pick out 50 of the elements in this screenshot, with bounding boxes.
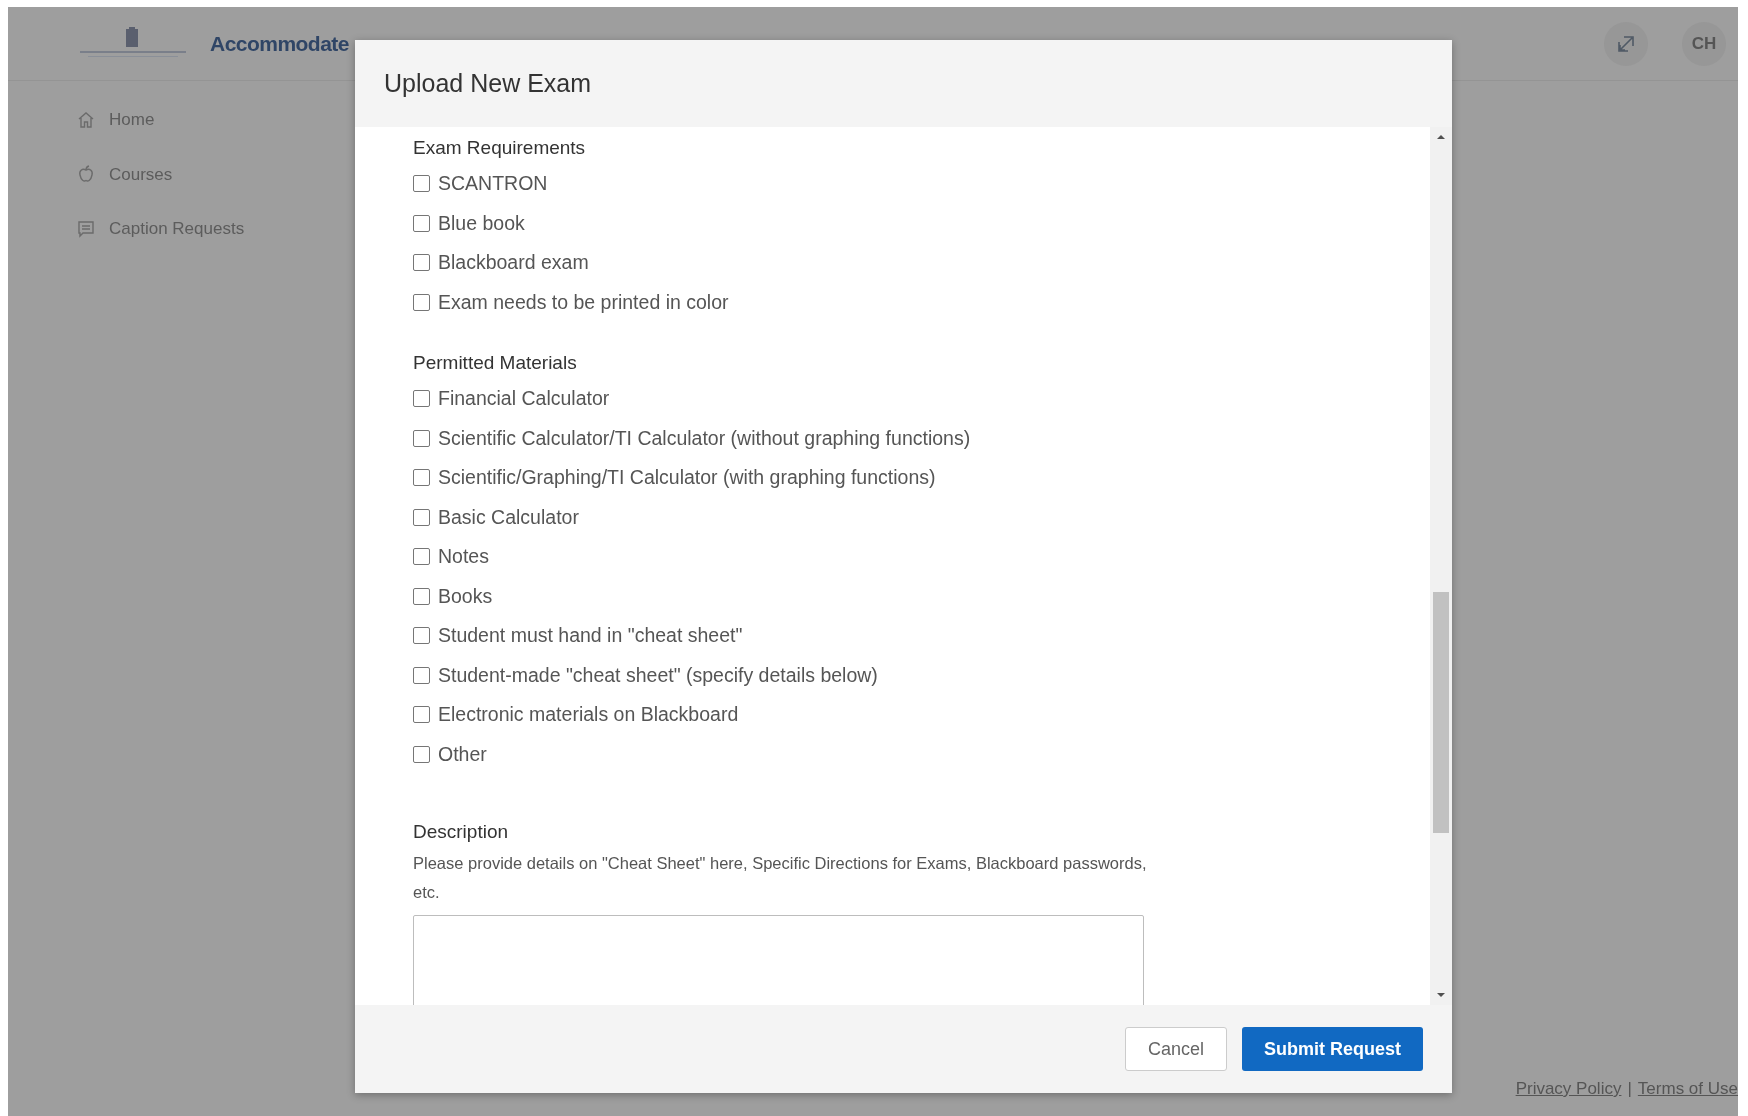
checkbox-label: Financial Calculator: [438, 386, 610, 412]
checkbox[interactable]: [413, 745, 430, 763]
scroll-down-icon: [1437, 993, 1445, 997]
checkbox-label: SCANTRON: [438, 171, 548, 197]
home-icon: [76, 109, 96, 130]
checkbox-label: Electronic materials on Blackboard: [438, 702, 739, 728]
checkbox-label: Notes: [438, 544, 489, 570]
terms-of-use-link[interactable]: Terms of Use: [1637, 1076, 1738, 1102]
checkbox[interactable]: [413, 666, 430, 684]
privacy-policy-link[interactable]: Privacy Policy: [1515, 1076, 1622, 1102]
checkbox[interactable]: [413, 390, 430, 408]
checkbox[interactable]: [413, 429, 430, 447]
nav-link[interactable]: Home: [76, 107, 348, 133]
checkbox[interactable]: [413, 214, 430, 232]
apple-icon: [76, 164, 96, 185]
checkbox-label: Basic Calculator: [438, 504, 579, 530]
scroll-up-icon: [1437, 135, 1445, 139]
scrollbar-thumb[interactable]: [1433, 592, 1449, 833]
checkbox[interactable]: [413, 175, 430, 193]
submit-button[interactable]: Submit Request: [1242, 1027, 1423, 1071]
user-avatar[interactable]: CH: [1682, 21, 1726, 66]
checkbox[interactable]: [413, 706, 430, 724]
resize-icon: [1616, 33, 1636, 54]
checkbox[interactable]: [413, 293, 430, 311]
description-label: Description: [413, 820, 510, 844]
section-heading: Exam Requirements: [413, 135, 587, 160]
checkbox[interactable]: [413, 254, 430, 272]
description-help-text: Please provide details on "Cheat Sheet" here, Specific Directions for Exams, Blackboard passwords, etc.: [413, 852, 1148, 903]
checkbox-label: Books: [438, 583, 493, 609]
app-logo: Accommodate: [210, 30, 349, 57]
checkbox[interactable]: [413, 587, 430, 605]
checkbox-label: Scientific/Graphing/TI Calculator (with graphing functions): [438, 465, 936, 491]
checkbox-label: Scientific Calculator/TI Calculator (without graphing functions): [438, 425, 971, 451]
nav-link[interactable]: Courses: [76, 161, 348, 187]
link-separator: |: [1627, 1078, 1632, 1100]
checkbox-label: Exam needs to be printed in color: [438, 289, 729, 315]
checkbox[interactable]: [413, 508, 430, 526]
checkbox-label: Student-made "cheat sheet" (specify details below): [438, 662, 878, 688]
section-heading: Permitted Materials: [413, 350, 578, 375]
checkbox-label: Student must hand in "cheat sheet": [438, 623, 743, 649]
chat-icon: [76, 218, 96, 239]
checkbox-label: Blue book: [438, 210, 525, 236]
nav-link[interactable]: Caption Requests: [76, 216, 348, 242]
checkbox[interactable]: [413, 548, 430, 566]
checkbox-label: Other: [438, 741, 487, 767]
checkbox[interactable]: [413, 469, 430, 487]
checkbox[interactable]: [413, 627, 430, 645]
cancel-button[interactable]: Cancel: [1124, 1027, 1227, 1071]
checkbox-label: Blackboard exam: [438, 250, 589, 276]
dialog-title: Upload New Exam: [384, 67, 592, 99]
